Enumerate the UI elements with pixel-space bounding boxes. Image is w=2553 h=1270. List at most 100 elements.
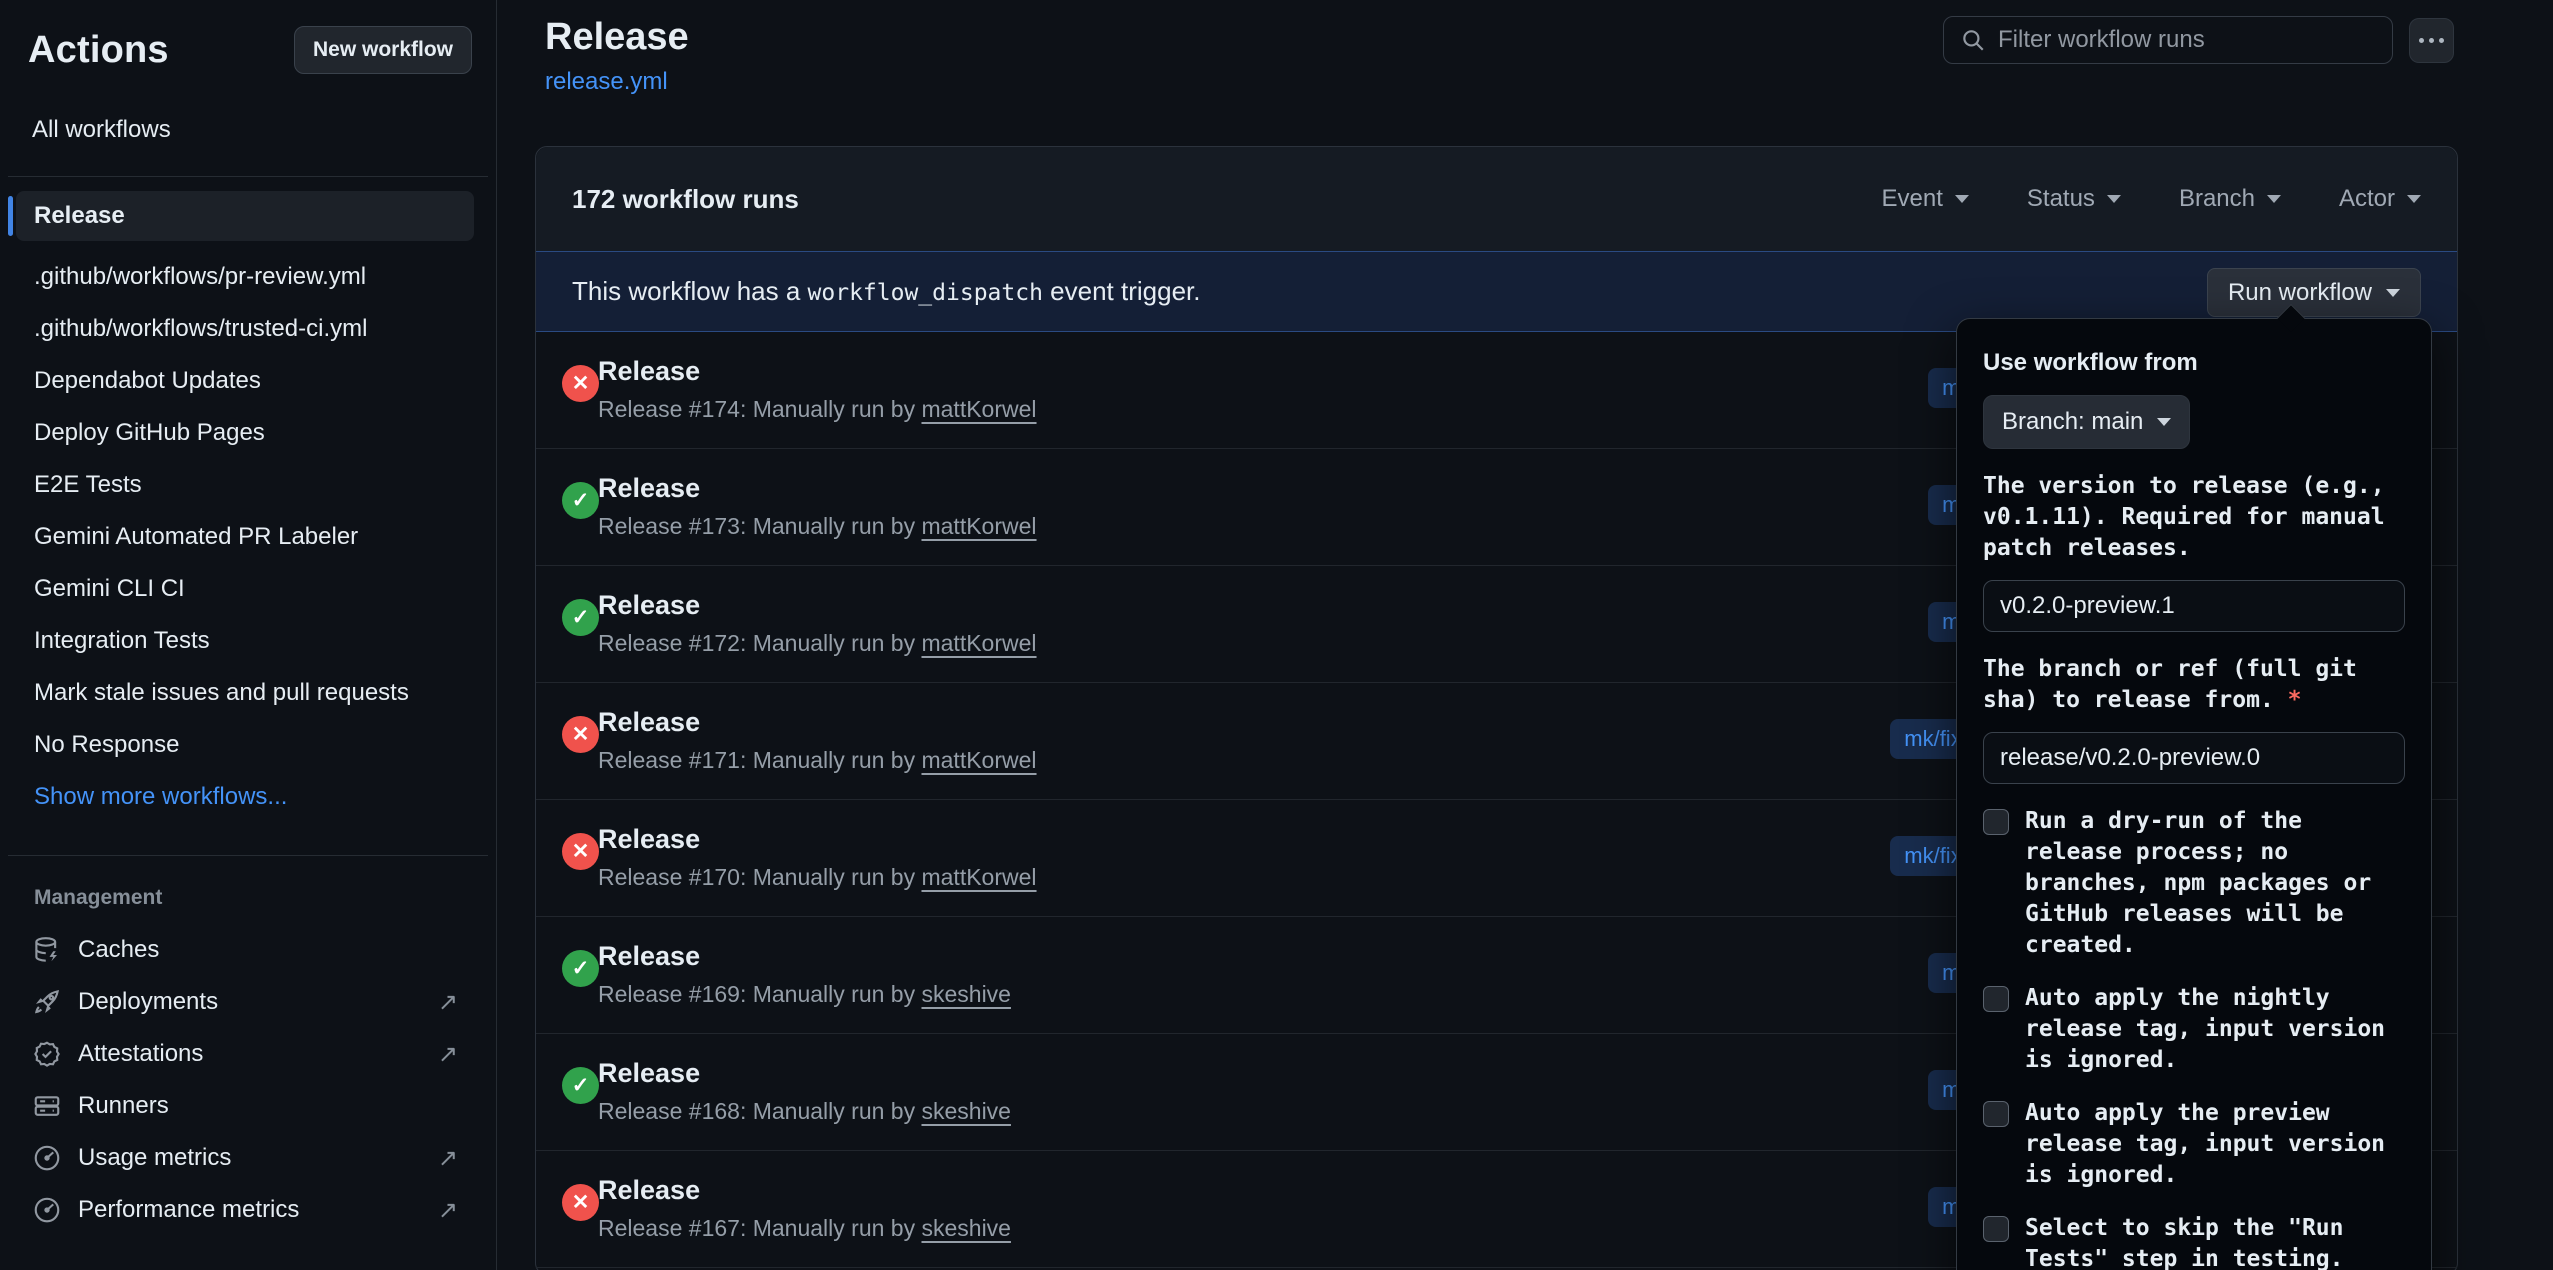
filter-label: Status xyxy=(2027,185,2095,213)
banner-text: This workflow has a workflow_dispatch ev… xyxy=(572,276,1200,307)
status-success-icon xyxy=(562,950,599,987)
sidebar-item-dependabot-updates[interactable]: Dependabot Updates xyxy=(0,355,496,407)
nightly-tag-checkbox[interactable] xyxy=(1983,986,2009,1012)
run-title[interactable]: Release xyxy=(598,356,700,387)
version-input[interactable] xyxy=(1983,580,2405,632)
filter-label: Actor xyxy=(2339,185,2395,213)
actor-link[interactable]: mattKorwel xyxy=(921,864,1036,890)
sidebar-item-release-selected[interactable]: Release xyxy=(16,191,474,241)
rocket-icon xyxy=(32,987,62,1017)
run-subtitle: Release #167: Manually run by skeshive xyxy=(598,1215,1011,1242)
filter-event-dropdown[interactable]: Event xyxy=(1882,185,1969,213)
run-title[interactable]: Release xyxy=(598,824,700,855)
sidebar-item-mark-stale[interactable]: Mark stale issues and pull requests xyxy=(0,667,496,719)
workflow-dispatch-code: workflow_dispatch xyxy=(808,280,1043,306)
run-title[interactable]: Release xyxy=(598,941,700,972)
sidebar-item-no-response[interactable]: No Response xyxy=(0,719,496,771)
main-content: Release release.yml 172 workflow runs Ev… xyxy=(497,0,2553,1270)
run-title[interactable]: Release xyxy=(598,590,700,621)
runs-count: 172 workflow runs xyxy=(572,184,799,215)
sidebar-item-all-workflows[interactable]: All workflows xyxy=(32,116,496,144)
preview-tag-checkbox-row: Auto apply the preview release tag, inpu… xyxy=(1983,1098,2405,1191)
new-workflow-button[interactable]: New workflow xyxy=(294,26,472,74)
skip-tests-checkbox[interactable] xyxy=(1983,1216,2009,1242)
required-asterisk: * xyxy=(2288,687,2302,713)
sidebar-item-integration-tests[interactable]: Integration Tests xyxy=(0,615,496,667)
sidebar-item-label: Performance metrics xyxy=(78,1196,299,1224)
chevron-down-icon xyxy=(2267,195,2281,203)
sidebar-divider xyxy=(8,855,488,856)
filter-status-dropdown[interactable]: Status xyxy=(2027,185,2121,213)
run-filters: Event Status Branch Actor xyxy=(1882,185,2421,213)
filter-actor-dropdown[interactable]: Actor xyxy=(2339,185,2421,213)
run-workflow-label: Run workflow xyxy=(2228,279,2372,307)
sidebar-title: Actions xyxy=(28,29,169,72)
skip-tests-checkbox-label: Select to skip the "Run Tests" step in t… xyxy=(2025,1213,2405,1270)
meter-icon xyxy=(32,1143,62,1173)
run-subtitle: Release #172: Manually run by mattKorwel xyxy=(598,630,1037,657)
sidebar-item-deployments[interactable]: Deployments ↗ xyxy=(0,976,496,1028)
sidebar-item-gemini-pr-labeler[interactable]: Gemini Automated PR Labeler xyxy=(0,511,496,563)
external-link-icon: ↗ xyxy=(438,1040,458,1069)
ref-input[interactable] xyxy=(1983,732,2405,784)
sidebar-item-runners[interactable]: Runners xyxy=(0,1080,496,1132)
sidebar-item-e2e-tests[interactable]: E2E Tests xyxy=(0,459,496,511)
external-link-icon: ↗ xyxy=(438,1196,458,1225)
workflow-list: .github/workflows/pr-review.yml .github/… xyxy=(0,251,496,823)
run-title[interactable]: Release xyxy=(598,473,700,504)
sidebar-item-label: Release xyxy=(34,202,125,230)
status-failure-icon xyxy=(562,1184,599,1221)
actor-link[interactable]: mattKorwel xyxy=(921,747,1036,773)
run-title[interactable]: Release xyxy=(598,1058,700,1089)
external-link-icon: ↗ xyxy=(438,1144,458,1173)
workflow-options-kebab-button[interactable] xyxy=(2409,18,2454,63)
filter-workflow-runs-box xyxy=(1943,16,2393,64)
caches-icon xyxy=(32,935,62,965)
branch-select-button[interactable]: Branch: main xyxy=(1983,395,2190,449)
run-title[interactable]: Release xyxy=(598,1175,700,1206)
run-subtitle: Release #168: Manually run by skeshive xyxy=(598,1098,1011,1125)
status-success-icon xyxy=(562,482,599,519)
run-title[interactable]: Release xyxy=(598,707,700,738)
sidebar-item-trusted-ci[interactable]: .github/workflows/trusted-ci.yml xyxy=(0,303,496,355)
sidebar-item-pr-review[interactable]: .github/workflows/pr-review.yml xyxy=(0,251,496,303)
status-failure-icon xyxy=(562,833,599,870)
server-icon xyxy=(32,1091,62,1121)
chevron-down-icon xyxy=(2107,195,2121,203)
actor-link[interactable]: mattKorwel xyxy=(921,630,1036,656)
preview-tag-checkbox-label: Auto apply the preview release tag, inpu… xyxy=(2025,1098,2405,1191)
show-more-workflows-link[interactable]: Show more workflows... xyxy=(0,771,496,823)
actor-link[interactable]: mattKorwel xyxy=(921,396,1036,422)
status-success-icon xyxy=(562,599,599,636)
workflow-file-link[interactable]: release.yml xyxy=(545,68,668,96)
sidebar-item-deploy-github-pages[interactable]: Deploy GitHub Pages xyxy=(0,407,496,459)
management-list: Caches Deployments ↗ Attestations ↗ Runn… xyxy=(0,924,496,1236)
verified-badge-icon xyxy=(32,1039,62,1069)
status-failure-icon xyxy=(562,365,599,402)
actor-link[interactable]: skeshive xyxy=(921,1215,1010,1241)
filter-label: Branch xyxy=(2179,185,2255,213)
sidebar-item-attestations[interactable]: Attestations ↗ xyxy=(0,1028,496,1080)
meter-icon xyxy=(32,1195,62,1225)
run-workflow-dropdown-button[interactable]: Run workflow xyxy=(2207,268,2421,317)
sidebar-item-usage-metrics[interactable]: Usage metrics ↗ xyxy=(0,1132,496,1184)
preview-tag-checkbox[interactable] xyxy=(1983,1101,2009,1127)
actor-link[interactable]: skeshive xyxy=(921,1098,1010,1124)
filter-workflow-runs-input[interactable] xyxy=(1998,26,2376,54)
chevron-down-icon xyxy=(2157,418,2171,426)
ref-input-description: The branch or ref (full git sha) to rele… xyxy=(1983,654,2405,716)
sidebar-item-caches[interactable]: Caches xyxy=(0,924,496,976)
sidebar-item-gemini-cli-ci[interactable]: Gemini CLI CI xyxy=(0,563,496,615)
branch-select-label: Branch: main xyxy=(2002,408,2143,436)
actions-sidebar: Actions New workflow All workflows Relea… xyxy=(0,0,497,1270)
actor-link[interactable]: mattKorwel xyxy=(921,513,1036,539)
sidebar-item-label: Usage metrics xyxy=(78,1144,231,1172)
run-workflow-dropdown-panel: Use workflow from Branch: main The versi… xyxy=(1956,318,2432,1270)
sidebar-item-performance-metrics[interactable]: Performance metrics ↗ xyxy=(0,1184,496,1236)
filter-branch-dropdown[interactable]: Branch xyxy=(2179,185,2281,213)
dry-run-checkbox-row: Run a dry-run of the release process; no… xyxy=(1983,806,2405,961)
actor-link[interactable]: skeshive xyxy=(921,981,1010,1007)
dry-run-checkbox[interactable] xyxy=(1983,809,2009,835)
management-heading: Management xyxy=(34,886,496,910)
sidebar-item-label: Deployments xyxy=(78,988,218,1016)
